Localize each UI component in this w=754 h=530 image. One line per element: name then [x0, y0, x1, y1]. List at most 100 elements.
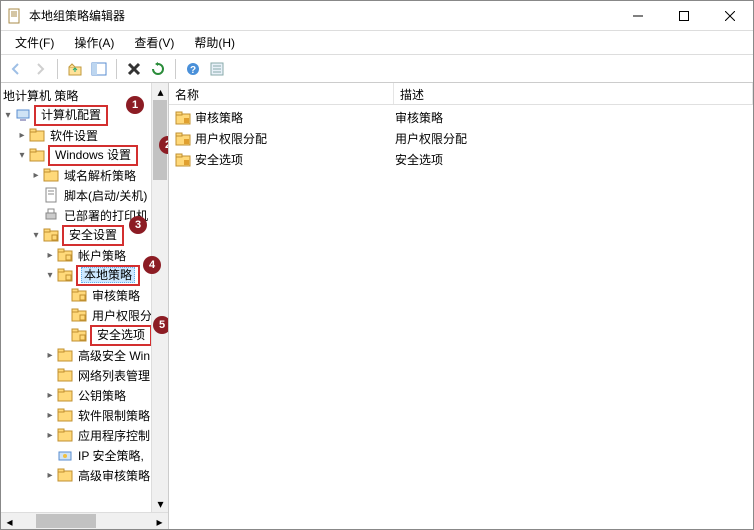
folder-icon [57, 367, 73, 383]
refresh-button[interactable] [147, 58, 169, 80]
forward-button[interactable] [29, 58, 51, 80]
list-header: 名称 描述 [169, 83, 753, 105]
menu-help[interactable]: 帮助(H) [184, 32, 245, 53]
annotation-badge-5: 5 [153, 316, 168, 334]
back-button[interactable] [5, 58, 27, 80]
tree-item-security-options: 安全选项 [90, 325, 152, 346]
close-button[interactable] [707, 1, 753, 31]
menu-view[interactable]: 查看(V) [124, 32, 184, 53]
list-item-name: 审核策略 [195, 109, 243, 126]
expand-icon[interactable]: ▾ [15, 150, 29, 161]
tree-item-adv-audit[interactable]: 高级审核策略 [76, 467, 152, 484]
list-item-desc: 安全选项 [389, 151, 753, 168]
column-desc[interactable]: 描述 [394, 83, 753, 104]
expand-icon[interactable]: ▸ [43, 470, 57, 481]
folder-icon [57, 407, 73, 423]
folder-lock-icon [71, 307, 87, 323]
folder-lock-icon [43, 227, 59, 243]
maximize-button[interactable] [661, 1, 707, 31]
tree-item-audit[interactable]: 审核策略 [90, 287, 142, 304]
tree-item-local-policies: 本地策略 [76, 265, 140, 286]
scroll-thumb[interactable] [36, 514, 96, 528]
annotation-badge-4: 4 [143, 256, 161, 274]
tree-item-windows-settings: Windows 设置 [48, 145, 138, 166]
expand-icon[interactable]: ▾ [43, 270, 57, 281]
tree-item-adv-win[interactable]: 高级安全 Win [76, 347, 152, 364]
up-button[interactable] [64, 58, 86, 80]
tree-item-scripts[interactable]: 脚本(启动/关机) [62, 187, 149, 204]
ipsec-icon [57, 447, 73, 463]
column-name[interactable]: 名称 [169, 83, 394, 104]
expand-icon[interactable]: ▸ [43, 430, 57, 441]
tree-item-nlm[interactable]: 网络列表管理 [76, 367, 152, 384]
tree-item-ipsec[interactable]: IP 安全策略, [76, 447, 146, 464]
tree-item-computer-config: 计算机配置 [34, 105, 108, 126]
menu-file[interactable]: 文件(F) [5, 32, 64, 53]
app-icon [7, 8, 23, 24]
folder-lock-icon [71, 287, 87, 303]
expand-icon[interactable]: ▸ [43, 350, 57, 361]
folder-lock-icon [57, 247, 73, 263]
tree-item-dns[interactable]: 域名解析策略 [62, 167, 138, 184]
tree[interactable]: 地计算机 策略 ▾ 计算机配置 1 ▸ 软件设置 ▾ Windows 设置 [1, 83, 168, 487]
menu-bar: 文件(F) 操作(A) 查看(V) 帮助(H) [1, 31, 753, 55]
folder-icon [29, 127, 45, 143]
list-item-desc: 用户权限分配 [389, 130, 753, 147]
scroll-left-button[interactable]: ◂ [1, 513, 18, 529]
folder-icon [43, 167, 59, 183]
expand-icon[interactable]: ▸ [15, 130, 29, 141]
list-item-desc: 审核策略 [389, 109, 753, 126]
toolbar-separator [116, 59, 117, 79]
svg-text:?: ? [190, 65, 196, 76]
printer-icon [43, 207, 59, 223]
tree-item-software[interactable]: 软件设置 [48, 127, 100, 144]
expand-icon[interactable]: ▾ [29, 230, 43, 241]
tree-item-account[interactable]: 帐户策略 [76, 247, 128, 264]
tree-root[interactable]: 地计算机 策略 [1, 87, 80, 104]
help-button[interactable]: ? [182, 58, 204, 80]
tree-item-software-restrict[interactable]: 软件限制策略 [76, 407, 152, 424]
folder-icon [57, 347, 73, 363]
list-body[interactable]: 审核策略 审核策略用户权限分配用户权限分配安全选项 安全选项 [169, 105, 753, 529]
tree-item-security-settings: 安全设置 [62, 225, 124, 246]
delete-button[interactable] [123, 58, 145, 80]
tree-item-pubkey[interactable]: 公钥策略 [76, 387, 128, 404]
list-row[interactable]: 审核策略 审核策略 [169, 107, 753, 128]
folder-icon [57, 467, 73, 483]
list-row[interactable]: 用户权限分配用户权限分配 [169, 128, 753, 149]
toolbar: ? [1, 55, 753, 83]
folder-lock-icon [175, 152, 191, 168]
folder-lock-icon [175, 110, 191, 126]
annotation-badge-3: 3 [129, 216, 147, 234]
annotation-badge-1: 1 [126, 96, 144, 114]
toolbar-separator [57, 59, 58, 79]
expand-icon[interactable]: ▾ [1, 110, 15, 121]
list-pane: 名称 描述 审核策略 审核策略用户权限分配用户权限分配安全选项 安全选项 [169, 83, 753, 529]
folder-icon [29, 147, 45, 163]
properties-button[interactable] [206, 58, 228, 80]
folder-icon [57, 427, 73, 443]
expand-icon[interactable]: ▸ [29, 170, 43, 181]
list-row[interactable]: 安全选项 安全选项 [169, 149, 753, 170]
list-item-name: 安全选项 [195, 151, 243, 168]
scroll-right-button[interactable]: ▸ [151, 513, 168, 529]
expand-icon[interactable]: ▸ [43, 390, 57, 401]
show-hide-tree-button[interactable] [88, 58, 110, 80]
tree-horizontal-scrollbar[interactable]: ◂ ▸ [1, 512, 168, 529]
folder-icon [57, 387, 73, 403]
scroll-down-button[interactable]: ▾ [152, 495, 169, 512]
tree-item-appctrl[interactable]: 应用程序控制 [76, 427, 152, 444]
folder-lock-icon [71, 327, 87, 343]
minimize-button[interactable] [615, 1, 661, 31]
title-bar: 本地组策略编辑器 [1, 1, 753, 31]
menu-action[interactable]: 操作(A) [64, 32, 124, 53]
folder-lock-icon [175, 131, 191, 147]
expand-icon[interactable]: ▸ [43, 410, 57, 421]
tree-item-user-rights[interactable]: 用户权限分 [90, 307, 154, 324]
content-area: 地计算机 策略 ▾ 计算机配置 1 ▸ 软件设置 ▾ Windows 设置 [1, 83, 753, 529]
scroll-up-button[interactable]: ▴ [152, 83, 169, 100]
folder-lock-icon [57, 267, 73, 283]
expand-icon[interactable]: ▸ [43, 250, 57, 261]
toolbar-separator [175, 59, 176, 79]
window-title: 本地组策略编辑器 [29, 7, 615, 24]
